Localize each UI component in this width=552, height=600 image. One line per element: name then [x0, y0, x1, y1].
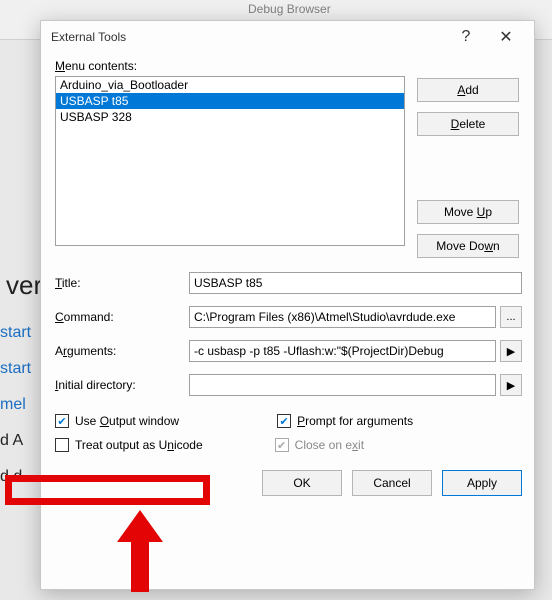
browse-button[interactable]: ... [500, 306, 522, 328]
checkbox-icon [55, 438, 69, 452]
close-button[interactable]: ✕ [486, 23, 526, 51]
close-on-exit-checkbox: ✔ Close on exit [275, 438, 364, 452]
ok-button[interactable]: OK [262, 470, 342, 496]
prompt-arguments-checkbox[interactable]: ✔ Prompt for arguments [277, 414, 413, 428]
add-button[interactable]: Add [417, 78, 519, 102]
command-label: Command: [55, 310, 185, 324]
checkbox-label: Prompt for arguments [297, 414, 413, 428]
apply-button[interactable]: Apply [442, 470, 522, 496]
use-output-window-checkbox[interactable]: ✔ Use Output window [55, 414, 179, 428]
checkbox-label: Close on exit [295, 438, 364, 452]
title-label: Title: [55, 276, 185, 290]
external-tools-dialog: External Tools ? ✕ Menu contents: Arduin… [40, 20, 535, 590]
checkbox-icon: ✔ [277, 414, 291, 428]
treat-unicode-checkbox[interactable]: Treat output as Unicode [55, 438, 203, 452]
move-up-button[interactable]: Move Up [417, 200, 519, 224]
initial-directory-input[interactable] [189, 374, 496, 396]
list-item[interactable]: USBASP 328 [56, 109, 404, 125]
title-input[interactable] [189, 272, 522, 294]
arguments-menu-button[interactable]: ▶ [500, 340, 522, 362]
close-icon: ✕ [499, 27, 512, 47]
ribbon-tab: Debug Browser [248, 2, 331, 16]
checkbox-label: Use Output window [75, 414, 179, 428]
arguments-label: Arguments: [55, 344, 185, 358]
titlebar: External Tools ? ✕ [41, 21, 534, 53]
arrow-right-icon: ▶ [507, 379, 515, 392]
initial-directory-label: Initial directory: [55, 378, 185, 392]
move-down-button[interactable]: Move Down [417, 234, 519, 258]
checkbox-icon: ✔ [275, 438, 289, 452]
command-input[interactable] [189, 306, 496, 328]
ellipsis-icon: ... [506, 311, 515, 323]
checkbox-label: Treat output as Unicode [75, 438, 203, 452]
bg-link[interactable]: start [0, 324, 40, 342]
arguments-input[interactable] [189, 340, 496, 362]
bg-link[interactable]: d A [0, 432, 40, 450]
list-item[interactable]: USBASP t85 [56, 93, 404, 109]
cancel-button[interactable]: Cancel [352, 470, 432, 496]
bg-link[interactable]: d d [0, 468, 40, 486]
delete-button[interactable]: Delete [417, 112, 519, 136]
menu-contents-list[interactable]: Arduino_via_Bootloader USBASP t85 USBASP… [55, 76, 405, 246]
bg-link[interactable]: mel [0, 396, 40, 414]
menu-contents-label: Menu contents: [55, 59, 522, 73]
arrow-right-icon: ▶ [507, 345, 515, 358]
bg-link[interactable]: start [0, 360, 40, 378]
bg-side-links: start start mel d A d d [0, 260, 40, 504]
dialog-title: External Tools [51, 30, 126, 44]
checkbox-icon: ✔ [55, 414, 69, 428]
help-icon: ? [462, 28, 471, 46]
help-button[interactable]: ? [446, 23, 486, 51]
initialdir-menu-button[interactable]: ▶ [500, 374, 522, 396]
list-item[interactable]: Arduino_via_Bootloader [56, 77, 404, 93]
